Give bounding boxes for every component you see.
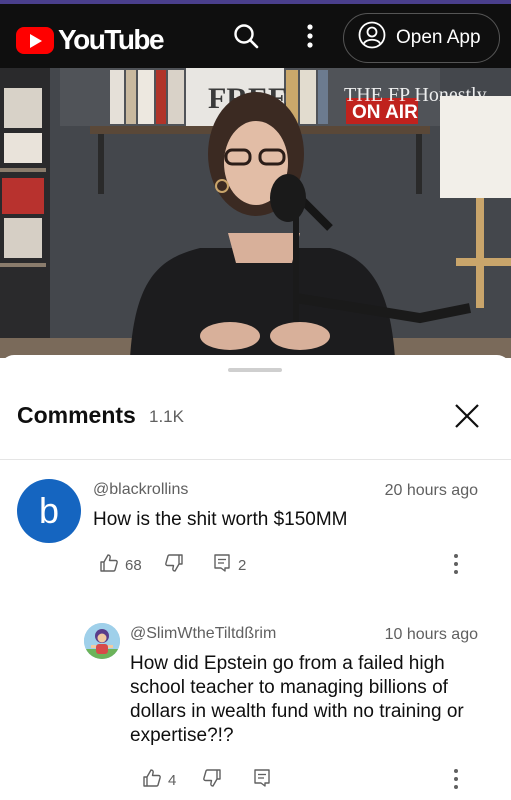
thumbs-up-icon <box>99 553 119 577</box>
avatar[interactable]: b <box>17 479 81 543</box>
avatar[interactable] <box>84 623 120 659</box>
like-count: 4 <box>168 771 177 789</box>
more-vert-icon[interactable] <box>451 552 461 576</box>
comment-text-line: expertise?!? <box>130 725 234 746</box>
comments-title: Comments <box>17 402 136 428</box>
reply-button[interactable]: 2 <box>212 553 246 577</box>
open-app-label: Open App <box>396 27 481 48</box>
reply-icon <box>252 768 272 792</box>
reply-button[interactable] <box>252 768 272 792</box>
comment-time: 20 hours ago <box>384 482 478 499</box>
thumbs-up-icon <box>142 768 162 792</box>
comment-author[interactable]: @blackrollins <box>93 481 188 499</box>
app-name: YouTube <box>58 24 165 55</box>
avatar-image <box>84 623 120 659</box>
comment-text-line: school teacher to managing billions of <box>130 677 448 698</box>
like-button[interactable]: 4 <box>142 768 176 792</box>
comment-author[interactable]: @SlimWtheTiltdßrim <box>130 625 276 643</box>
video-frame: FREE ON AIR THE FP Honestly <box>0 68 511 358</box>
dislike-button[interactable] <box>202 768 222 792</box>
comments-count: 1.1K <box>149 407 184 426</box>
comments-sheet: Comments 1.1K b @blackrollins 20 hours a… <box>0 355 511 800</box>
drag-handle[interactable] <box>228 368 282 372</box>
reply-count: 2 <box>238 556 247 574</box>
app-bar: YouTube Open App <box>0 4 511 68</box>
youtube-logo[interactable]: YouTube <box>16 24 165 56</box>
close-icon[interactable] <box>450 399 484 433</box>
like-count: 68 <box>125 556 142 574</box>
youtube-play-icon <box>16 26 54 54</box>
more-vert-icon[interactable] <box>451 767 461 791</box>
like-button[interactable]: 68 <box>99 553 142 577</box>
account-circle-icon <box>358 21 386 55</box>
comment-text: How is the shit worth $150MM <box>93 509 348 530</box>
avatar-letter: b <box>38 490 60 531</box>
more-vert-icon[interactable] <box>292 18 328 54</box>
video-player[interactable]: FREE ON AIR THE FP Honestly <box>0 68 511 358</box>
comment-text-line: dollars in wealth fund with no training … <box>130 701 464 722</box>
open-app-button[interactable]: Open App <box>343 13 500 63</box>
thumbs-down-icon <box>164 553 184 577</box>
search-icon[interactable] <box>228 18 264 54</box>
comment-time: 10 hours ago <box>384 626 478 643</box>
divider <box>0 459 511 460</box>
reply-icon <box>212 553 232 577</box>
dislike-button[interactable] <box>164 553 184 577</box>
thumbs-down-icon <box>202 768 222 792</box>
comment-text-line: How did Epstein go from a failed high <box>130 653 445 674</box>
